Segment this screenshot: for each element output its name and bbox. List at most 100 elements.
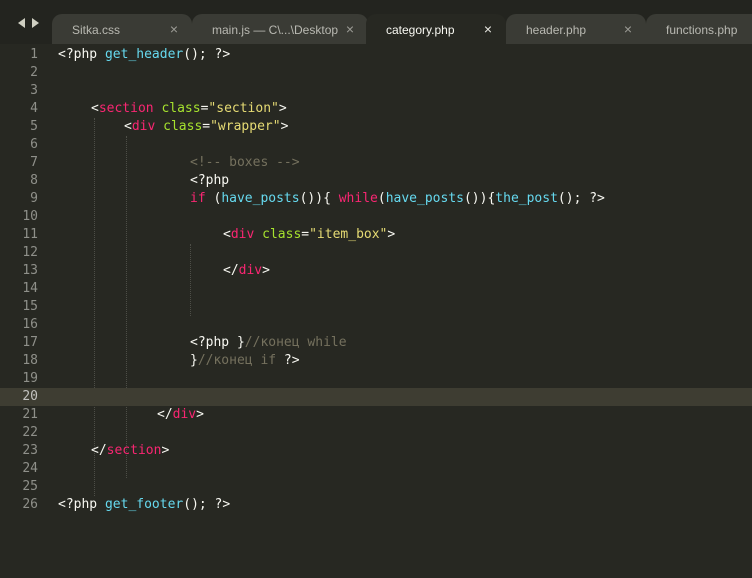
line-number: 7 [30, 155, 38, 170]
token: have_posts [385, 191, 464, 206]
code-line[interactable]: 25 [0, 478, 752, 496]
close-icon[interactable]: × [624, 21, 632, 37]
code-line[interactable]: 3 [0, 82, 752, 100]
line-code: </div> [223, 262, 270, 280]
token: > [196, 407, 204, 422]
line-number: 8 [30, 173, 38, 188]
code-line[interactable]: 24 [0, 460, 752, 478]
line-number: 2 [30, 65, 38, 80]
token: //конец if [197, 353, 277, 368]
token: ()){ [299, 191, 339, 206]
line-number: 14 [22, 281, 38, 296]
token: (); ?> [183, 47, 231, 62]
line-number: 19 [22, 371, 38, 386]
line-number: 23 [22, 443, 38, 458]
code-line[interactable]: 23 </section> [0, 442, 752, 460]
code-line[interactable]: 12 [0, 244, 752, 262]
tab-sitka-css[interactable]: Sitka.css × [52, 14, 192, 44]
token: "section" [208, 101, 279, 116]
token: div [230, 227, 255, 242]
token: div [172, 407, 197, 422]
tab-scroll-right-icon[interactable] [32, 18, 39, 28]
code-line[interactable]: 7 <!-- boxes --> [0, 154, 752, 172]
line-code: <?php [190, 172, 229, 190]
line-number: 16 [22, 317, 38, 332]
token: <?php } [190, 335, 245, 350]
line-code: <div class="item_box"> [223, 226, 395, 244]
token: > [280, 119, 289, 134]
token: <?php [190, 173, 230, 188]
tab-functions-php[interactable]: functions.php [646, 14, 752, 44]
line-number: 20 [22, 389, 38, 404]
token: </ [223, 263, 239, 278]
token: class [161, 101, 201, 116]
tab-label: main.js — C\...\Desktop [212, 23, 339, 37]
code-line[interactable]: 1 <?php get_header(); ?> [0, 46, 752, 64]
tab-label: category.php [386, 23, 455, 37]
token: have_posts [221, 191, 300, 206]
code-line[interactable]: 6 [0, 136, 752, 154]
line-number: 3 [30, 83, 38, 98]
token: (); ?> [183, 497, 231, 512]
line-number: 18 [22, 353, 38, 368]
token: } [190, 353, 198, 368]
token: "item_box" [309, 227, 388, 242]
line-number: 17 [22, 335, 38, 350]
code-line[interactable]: 2 [0, 64, 752, 82]
code-line[interactable]: 13 </div> [0, 262, 752, 280]
line-code: <section class="section"> [91, 100, 287, 118]
code-line[interactable]: 26 <?php get_footer(); ?> [0, 496, 752, 514]
line-code: <!-- boxes --> [190, 154, 300, 172]
tab-main-js[interactable]: main.js — C\...\Desktop × [192, 14, 368, 44]
token: > [387, 227, 396, 242]
code-line[interactable]: 10 [0, 208, 752, 226]
line-number: 1 [30, 47, 38, 62]
token: //конец while [244, 335, 347, 350]
tab-header-php[interactable]: header.php × [506, 14, 646, 44]
code-line[interactable]: 18 }//конец if ?> [0, 352, 752, 370]
token: ( [205, 191, 222, 206]
line-code: if (have_posts()){ while(have_posts()){t… [190, 190, 605, 208]
token: < [91, 101, 99, 116]
line-number: 22 [22, 425, 38, 440]
token: > [262, 263, 270, 278]
tab-scroll-left-icon[interactable] [18, 18, 25, 28]
code-line[interactable]: 19 [0, 370, 752, 388]
token: <!-- boxes --> [190, 155, 300, 170]
tab-label: Sitka.css [72, 23, 121, 37]
code-line[interactable]: 4 <section class="section"> [0, 100, 752, 118]
tab-category-php[interactable]: category.php × [366, 14, 506, 44]
token: section [98, 101, 154, 116]
code-line[interactable]: 11 <div class="item_box"> [0, 226, 752, 244]
line-number: 21 [22, 407, 38, 422]
close-icon[interactable]: × [170, 21, 178, 37]
token: > [161, 443, 170, 458]
token: > [278, 101, 287, 116]
line-number: 10 [22, 209, 38, 224]
code-line[interactable]: 9 if (have_posts()){ while(have_posts())… [0, 190, 752, 208]
line-number: 11 [22, 227, 38, 242]
line-number: 26 [22, 497, 38, 512]
token: get_footer [104, 497, 184, 512]
token: "wrapper" [210, 119, 281, 134]
code-editor[interactable]: 1 <?php get_header(); ?> 2 3 4 <section … [0, 44, 752, 578]
code-line[interactable]: 17 <?php }//конец while [0, 334, 752, 352]
code-line[interactable]: 5 <div class="wrapper"> [0, 118, 752, 136]
code-line[interactable]: 21 </div> [0, 406, 752, 424]
close-icon[interactable]: × [484, 21, 492, 37]
line-number: 25 [22, 479, 38, 494]
code-line[interactable]: 15 [0, 298, 752, 316]
code-line[interactable]: 22 [0, 424, 752, 442]
code-line-current[interactable]: 20 [0, 388, 752, 406]
code-line[interactable]: 14 [0, 280, 752, 298]
token: <?php [58, 497, 105, 512]
code-line[interactable]: 8 <?php [0, 172, 752, 190]
line-code: <?php }//конец while [190, 334, 347, 352]
code-line[interactable]: 16 [0, 316, 752, 334]
token: if [190, 191, 206, 206]
close-icon[interactable]: × [346, 21, 354, 37]
tab-label: functions.php [666, 23, 738, 37]
line-number: 15 [22, 299, 38, 314]
line-number: 13 [22, 263, 38, 278]
